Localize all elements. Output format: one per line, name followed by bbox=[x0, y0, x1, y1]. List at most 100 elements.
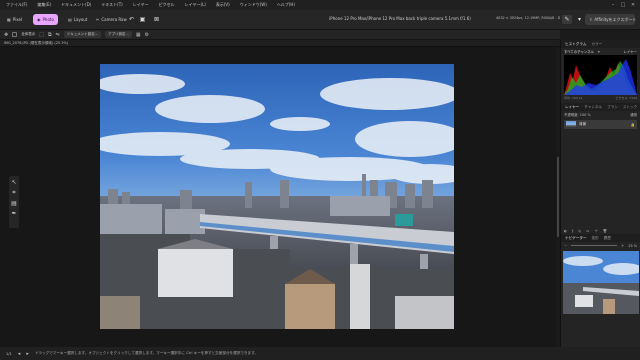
layer-thumbnail bbox=[566, 121, 576, 128]
persona-label: Pixel bbox=[12, 17, 23, 22]
scrollbar-thumb[interactable] bbox=[557, 157, 559, 237]
paint-brush-icon[interactable]: ✒ bbox=[11, 210, 16, 217]
copy-icon[interactable]: ⧉ bbox=[48, 32, 52, 38]
hist-mean: 平均: 163.11 bbox=[564, 96, 583, 100]
main-toolbar: ▦ Pixel ◉ Photo ▤ Layout ✂ Camera Raw ↶ … bbox=[0, 10, 640, 30]
persona-label: Photo bbox=[42, 17, 54, 22]
tab-stock[interactable]: ストック bbox=[623, 105, 637, 110]
minimize-icon[interactable]: – bbox=[608, 2, 618, 8]
export-button[interactable]: ⇪ Affinityをエクスポート bbox=[585, 14, 637, 25]
blend-mode-select[interactable]: 通常 bbox=[630, 112, 637, 117]
fx-icon[interactable]: ƒ bbox=[572, 229, 573, 233]
export-icon: ⇪ bbox=[589, 17, 593, 22]
navigator-image bbox=[563, 251, 639, 314]
photo-persona-icon: ◉ bbox=[37, 17, 41, 22]
photo-persona-button[interactable]: ◉ Photo bbox=[33, 14, 58, 25]
pixel-persona-button[interactable]: ▦ Pixel bbox=[3, 14, 26, 25]
chevron-down-icon[interactable]: ▾ bbox=[598, 50, 600, 54]
adjustment-icon[interactable]: ◐ bbox=[564, 229, 567, 233]
menu-help[interactable]: ヘルプ(H) bbox=[277, 2, 295, 8]
document-tab[interactable]: IMG_2076.JPG (現在表示領域) (25.3%) bbox=[0, 40, 560, 47]
hist-pixels: ピクセル: 7124 bbox=[615, 96, 637, 100]
crop-tool-icon[interactable]: ⌗ bbox=[12, 189, 15, 197]
chevron-down-icon[interactable]: ▾ bbox=[575, 15, 584, 24]
next-page-icon[interactable]: ▸ bbox=[26, 351, 29, 357]
move-tool-icon[interactable]: ✥ bbox=[4, 32, 8, 38]
layer-item-background[interactable]: 背景 🔒 bbox=[564, 120, 637, 129]
menu-pixel[interactable]: ピクセル bbox=[159, 2, 175, 8]
select-icon[interactable]: ⬚ bbox=[39, 32, 44, 38]
assistant-icon[interactable]: ✎ bbox=[562, 15, 572, 24]
context-toolbar: ✥ 全体表示 ⬚ ⧉ ⇋ ドキュメント設定... アプリ設定... ▦ ⚙ bbox=[0, 30, 560, 40]
navigator-thumbnail[interactable] bbox=[563, 251, 639, 314]
persona-label: Camera Raw bbox=[101, 17, 127, 22]
tab-channels[interactable]: チャンネル bbox=[584, 105, 602, 110]
camera-raw-icon: ✂ bbox=[96, 17, 100, 22]
grid-icon[interactable]: ▦ bbox=[136, 32, 141, 38]
persona-label: Layout bbox=[73, 17, 88, 22]
menu-layer-l[interactable]: レイヤー(L) bbox=[185, 2, 206, 8]
gear-icon[interactable]: ⚙ bbox=[145, 32, 149, 38]
layout-persona-button[interactable]: ▤ Layout bbox=[64, 14, 91, 25]
undo-icon[interactable]: ↶ bbox=[127, 15, 136, 24]
document-title: iPhone 12 Pro Max/iPhone 12 Pro Max back… bbox=[329, 16, 471, 21]
page-indicator: 1/1 bbox=[6, 351, 12, 356]
menu-edit[interactable]: 編集(E) bbox=[37, 2, 51, 8]
app-settings-button[interactable]: アプリ設定... bbox=[105, 31, 132, 38]
arrange-icon[interactable]: ▣ bbox=[138, 15, 147, 24]
status-bar: 1/1 ◂ ▸ ドラッグでマーキー選択します。オブジェクトをクリックして選択しま… bbox=[0, 347, 640, 360]
tab-history[interactable]: 履歴 bbox=[604, 236, 611, 241]
tab-transform[interactable]: 変形 bbox=[592, 236, 599, 241]
zoom-out-icon[interactable]: － bbox=[564, 243, 567, 248]
flip-icon[interactable]: ⇋ bbox=[56, 32, 60, 38]
lock-icon[interactable]: 🔒 bbox=[631, 123, 635, 127]
document-info: 4032 × 3024px, 12.19MP, RGBA/8 - Display… bbox=[496, 16, 560, 20]
layout-persona-icon: ▤ bbox=[68, 17, 72, 22]
tab-color[interactable]: カラー bbox=[591, 42, 602, 47]
zoom-in-icon[interactable]: ＋ bbox=[621, 243, 624, 248]
mask-icon[interactable]: ◎ bbox=[578, 229, 581, 233]
export-label: Affinityをエクスポート bbox=[594, 16, 637, 22]
tab-layers[interactable]: レイヤー bbox=[565, 105, 579, 110]
histogram-stats: 平均: 163.11 ピクセル: 7124 bbox=[561, 95, 640, 101]
document-settings-button[interactable]: ドキュメント設定... bbox=[63, 31, 102, 38]
histogram-graph bbox=[564, 55, 637, 95]
channel-select[interactable]: すべてのチャンネル bbox=[564, 49, 594, 54]
layer-controls: 不透明度: 100 % 通常 bbox=[561, 111, 640, 118]
tab-histogram[interactable]: ヒストグラム bbox=[565, 42, 586, 47]
menu-file[interactable]: ファイル(F) bbox=[6, 2, 27, 8]
layer-name: 背景 bbox=[579, 122, 587, 126]
camera-raw-button[interactable]: ✂ Camera Raw bbox=[92, 14, 131, 25]
menu-layer[interactable]: レイヤー bbox=[133, 2, 149, 8]
tab-brushes[interactable]: ブラシ bbox=[607, 105, 618, 110]
left-toolbox: ↖ ⌗ ▤ ✒ bbox=[9, 176, 19, 228]
show-all-label: 全体表示 bbox=[21, 32, 36, 36]
layer-actions: ◐ ƒ ◎ ▭ ＋ 🗑 bbox=[561, 227, 640, 234]
document-tab-label: IMG_2076.JPG (現在表示領域) (25.3%) bbox=[4, 41, 69, 45]
photo-canvas[interactable] bbox=[100, 64, 454, 329]
right-panel: ヒストグラム カラー すべてのチャンネル ▾ レイヤー 平均: 163.11 ピ… bbox=[560, 40, 640, 347]
pointer-tool-icon[interactable]: ↖ bbox=[11, 179, 16, 186]
maximize-icon[interactable]: □ bbox=[618, 2, 628, 8]
menu-text[interactable]: テキスト(T) bbox=[101, 2, 122, 8]
status-hint: ドラッグでマーキー選択します。オブジェクトをクリックして選択します。マーキー選択… bbox=[34, 351, 258, 355]
close-icon[interactable]: ✕ bbox=[628, 2, 638, 8]
selection-brush-icon[interactable]: ▤ bbox=[11, 200, 17, 207]
menu-document[interactable]: ドキュメント(D) bbox=[61, 2, 91, 8]
opacity-field[interactable]: 不透明度: 100 % bbox=[564, 112, 591, 117]
tab-navigator[interactable]: ナビゲーター bbox=[565, 236, 587, 241]
add-layer-icon[interactable]: ＋ bbox=[594, 228, 597, 233]
zoom-slider[interactable] bbox=[571, 245, 617, 246]
menu-view[interactable]: 表示(V) bbox=[216, 2, 230, 8]
show-all-checkbox[interactable] bbox=[12, 32, 18, 37]
snap-icon[interactable]: ⊠ bbox=[152, 15, 161, 24]
window-controls: – □ ✕ bbox=[608, 0, 638, 10]
zoom-value[interactable]: 25 % bbox=[628, 244, 637, 248]
group-icon[interactable]: ▭ bbox=[586, 229, 589, 233]
cityscape-photo bbox=[100, 64, 454, 329]
menu-bar: ファイル(F) 編集(E) ドキュメント(D) テキスト(T) レイヤー ピクセ… bbox=[0, 0, 640, 10]
layer-select[interactable]: レイヤー bbox=[624, 49, 637, 54]
prev-page-icon[interactable]: ◂ bbox=[18, 351, 21, 357]
delete-icon[interactable]: 🗑 bbox=[603, 229, 607, 233]
menu-window[interactable]: ウィンドウ(W) bbox=[240, 2, 267, 8]
